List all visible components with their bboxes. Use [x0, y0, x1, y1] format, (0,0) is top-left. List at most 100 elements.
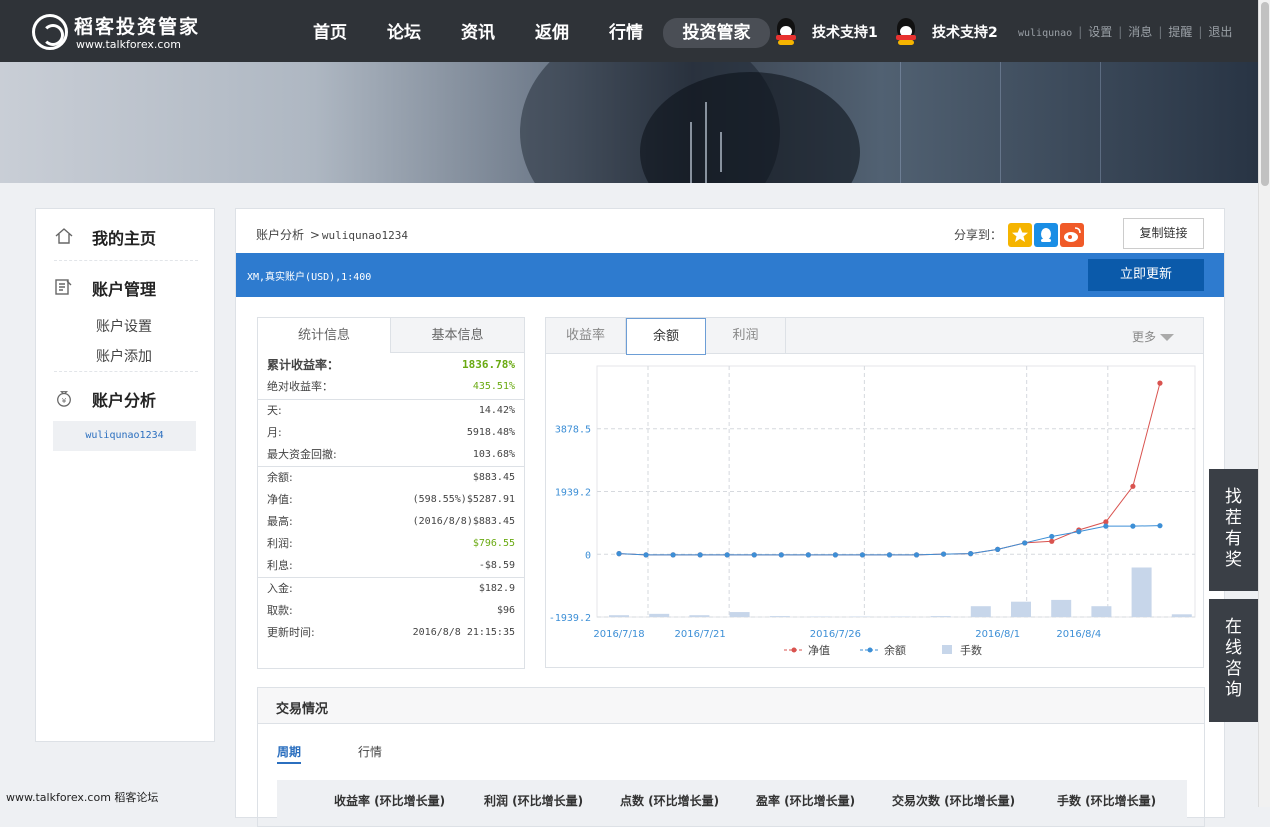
stat-cumulative-return: 累计收益率：1836.78%	[267, 354, 515, 376]
y-tick-label: 3878.5	[555, 425, 591, 436]
sidebar-item-account-analysis[interactable]: ¥ 账户分析	[54, 387, 214, 411]
balance-point	[1103, 523, 1108, 528]
chart-panel: 收益率 余额 利润 更多 -1939.201939.23878.52016/7/…	[545, 317, 1204, 668]
volume-bar	[1091, 606, 1111, 617]
balance-point	[914, 552, 919, 557]
balance-point	[968, 551, 973, 556]
tab-profit[interactable]: 利润	[706, 318, 786, 354]
online-consult-button[interactable]: 在线咨询	[1209, 599, 1258, 722]
settings-link[interactable]: 设置	[1088, 25, 1112, 39]
col-win-rate: 盈率 (环比增长量)	[756, 792, 855, 809]
stat-profit: 利润:$796.55	[267, 533, 515, 555]
stats-panel: 统计信息 基本信息 累计收益率：1836.78% 绝对收益率：435.51% 天…	[257, 317, 525, 669]
nav-quotes[interactable]: 行情	[596, 18, 656, 48]
volume-bar	[770, 616, 790, 617]
sidebar-item-account-add[interactable]: 账户添加	[96, 346, 152, 366]
chevron-down-icon	[1160, 334, 1174, 341]
nav-forum[interactable]: 论坛	[374, 18, 434, 48]
username-link[interactable]: wuliqunao	[1018, 28, 1072, 39]
volume-bar	[609, 615, 629, 617]
balance-point	[887, 552, 892, 557]
float-button-char: 有	[1209, 529, 1258, 550]
tab-period[interactable]: 周期	[277, 743, 301, 764]
top-nav: 稻客投资管家 www.talkforex.com 首页 论坛 资讯 返佣 行情 …	[0, 0, 1258, 62]
y-tick-label: -1939.2	[549, 613, 591, 624]
tab-statistics[interactable]: 统计信息	[258, 318, 391, 353]
col-profit: 利润 (环比增长量)	[484, 792, 583, 809]
tab-market[interactable]: 行情	[358, 743, 382, 762]
sidebar-item-home[interactable]: 我的主页	[54, 225, 214, 249]
logout-link[interactable]: 退出	[1208, 25, 1232, 39]
x-tick-label: 2016/7/18	[593, 629, 644, 640]
more-dropdown[interactable]: 更多	[1132, 328, 1174, 345]
trade-title: 交易情况	[276, 698, 328, 717]
star-share-icon[interactable]	[1008, 223, 1032, 247]
sidebar-account-management-label: 账户管理	[92, 276, 156, 300]
nav-home[interactable]: 首页	[300, 18, 360, 48]
home-icon	[54, 227, 74, 245]
volume-bar	[1051, 600, 1071, 617]
bug-report-button[interactable]: 找茬有奖	[1209, 469, 1258, 591]
stat-balance: 余额:$883.45	[267, 467, 515, 489]
equity-point	[1157, 381, 1162, 386]
stat-deposit: 入金:$182.9	[267, 578, 515, 600]
x-tick-label: 2016/7/21	[675, 629, 726, 640]
qq-share-icon[interactable]	[1034, 223, 1058, 247]
tab-balance[interactable]: 余额	[626, 318, 706, 355]
col-lots: 手数 (环比增长量)	[1057, 792, 1156, 809]
x-tick-label: 2016/8/4	[1056, 629, 1101, 640]
qq-icon[interactable]	[894, 18, 918, 46]
site-logo[interactable]: 稻客投资管家 www.talkforex.com	[32, 10, 212, 52]
volume-bar	[730, 612, 750, 617]
reminders-link[interactable]: 提醒	[1168, 25, 1192, 39]
float-button-char: 线	[1209, 638, 1258, 659]
sidebar-home-label: 我的主页	[92, 225, 156, 249]
legend-marker	[868, 648, 873, 653]
support-link-2[interactable]: 技术支持2	[932, 22, 998, 42]
col-trade-count: 交易次数 (环比增长量)	[892, 792, 1015, 809]
copy-link-button[interactable]: 复制链接	[1123, 218, 1204, 249]
money-bag-icon: ¥	[54, 389, 74, 407]
document-edit-icon	[54, 278, 74, 296]
sidebar-account-item[interactable]: wuliqunao1234	[53, 421, 196, 451]
chart-tab-bar: 收益率 余额 利润 更多	[546, 318, 1203, 354]
tab-return-rate[interactable]: 收益率	[546, 318, 626, 354]
col-return: 收益率 (环比增长量)	[334, 792, 445, 809]
balance-point	[1130, 523, 1135, 528]
float-button-char: 找	[1209, 487, 1258, 508]
stat-day: 天:14.42%	[267, 400, 515, 422]
stat-month: 月:5918.48%	[267, 422, 515, 444]
volume-bar	[931, 616, 951, 617]
legend-label: 手数	[960, 643, 982, 657]
weibo-share-icon[interactable]	[1060, 223, 1084, 247]
balance-chart: -1939.201939.23878.52016/7/182016/7/2120…	[546, 355, 1203, 667]
nav-news[interactable]: 资讯	[448, 18, 508, 48]
stat-update-time: 更新时间:2016/8/8 21:15:35	[267, 622, 515, 644]
sidebar-item-account-settings[interactable]: 账户设置	[96, 316, 152, 336]
balance-point	[1022, 540, 1027, 545]
stat-highest: 最高:(2016/8/8)$883.45	[267, 511, 515, 533]
balance-point	[995, 547, 1000, 552]
qq-icon[interactable]	[774, 18, 798, 46]
sidebar: 我的主页 账户管理 账户设置 账户添加 ¥ 账户分析 wuliqunao1234	[35, 208, 215, 742]
update-now-button[interactable]: 立即更新	[1088, 259, 1204, 291]
hero-banner	[0, 62, 1258, 183]
equity-point	[1049, 539, 1054, 544]
nav-investment-manager[interactable]: 投资管家	[663, 18, 770, 48]
nav-rebate[interactable]: 返佣	[522, 18, 582, 48]
sidebar-item-account-management[interactable]: 账户管理	[54, 276, 214, 300]
account-info: XM,真实账户(USD),1:400	[247, 268, 371, 283]
support-link-1[interactable]: 技术支持1	[812, 22, 878, 42]
balance-point	[1076, 529, 1081, 534]
breadcrumb-root[interactable]: 账户分析	[256, 228, 304, 242]
scrollbar-thumb[interactable]	[1261, 2, 1269, 186]
tab-basic-info[interactable]: 基本信息	[391, 318, 524, 353]
messages-link[interactable]: 消息	[1128, 25, 1152, 39]
breadcrumb: 账户分析 >wuliqunao1234	[256, 226, 408, 243]
legend-label: 净值	[808, 643, 830, 657]
legend-marker	[792, 648, 797, 653]
svg-text:¥: ¥	[62, 396, 67, 405]
legend-label: 余额	[884, 643, 906, 657]
page-scrollbar[interactable]	[1258, 0, 1270, 807]
trade-table-header: 收益率 (环比增长量) 利润 (环比增长量) 点数 (环比增长量) 盈率 (环比…	[277, 780, 1187, 820]
